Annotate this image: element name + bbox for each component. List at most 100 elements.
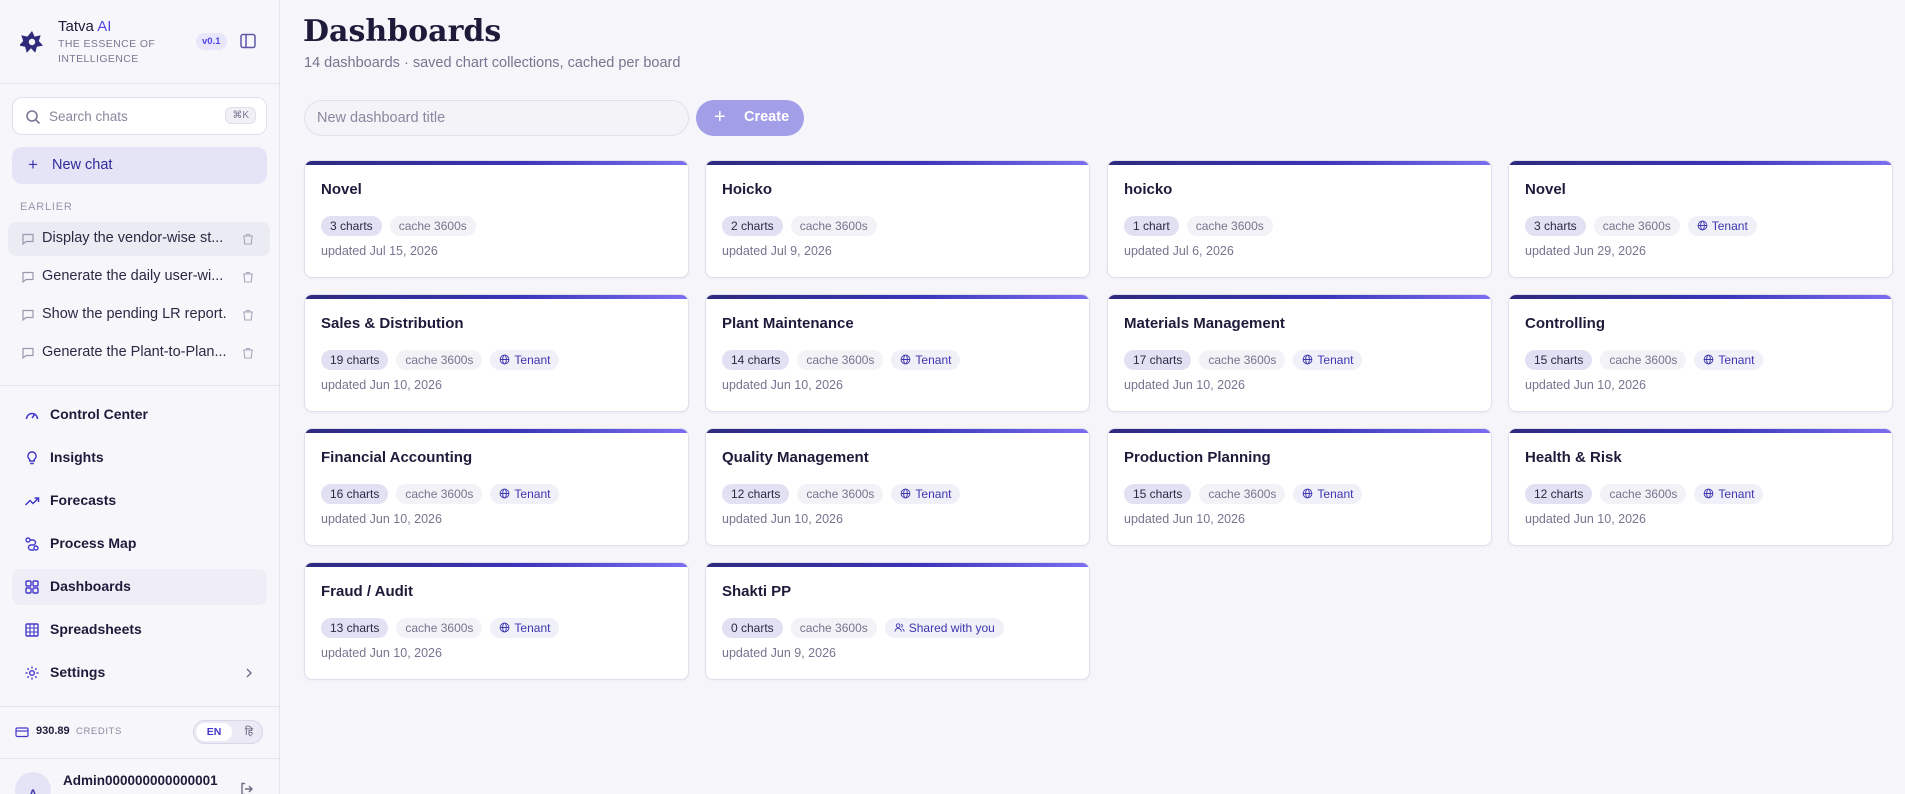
dashboard-card[interactable]: Financial Accounting 16 charts cache 3600s… [304, 428, 689, 546]
nav-control-center[interactable]: Control Center [12, 397, 267, 433]
dashboard-title: Hoicko [722, 181, 773, 198]
badge-row: 3 charts cache 3600s Tenant [1525, 216, 1757, 236]
collapse-sidebar-icon[interactable] [239, 32, 257, 50]
tenant-badge: Tenant [1687, 216, 1757, 236]
charts-count-badge: 3 charts [1525, 216, 1586, 236]
badge-row: 17 charts cache 3600s Tenant [1124, 350, 1363, 370]
card-accent-bar [305, 563, 688, 567]
card-accent-bar [305, 295, 688, 299]
dashboard-title: Sales & Distribution [321, 315, 464, 332]
avatar: A [15, 772, 51, 794]
new-chat-button[interactable]: + New chat [12, 147, 267, 184]
credits-label: CREDITS [76, 726, 122, 737]
gear-icon [25, 666, 39, 680]
cache-badge: cache 3600s [396, 484, 483, 504]
trash-icon[interactable] [241, 346, 255, 360]
scope-label: Tenant [1317, 353, 1354, 367]
tenant-badge: Tenant [891, 350, 961, 370]
dashboard-card[interactable]: Novel 3 charts cache 3600s Tenant updated Ju… [1508, 160, 1893, 278]
users-icon [894, 623, 905, 632]
dashboard-card[interactable]: Plant Maintenance 14 charts cache 3600s Ten… [705, 294, 1090, 412]
trash-icon[interactable] [241, 308, 255, 322]
globe-icon [500, 354, 510, 365]
page-subtitle: 14 dashboards · saved chart collections,… [304, 55, 681, 71]
nav-dashboards[interactable]: Dashboards [12, 569, 267, 605]
plus-icon: + [714, 106, 726, 128]
badge-row: 14 charts cache 3600s Tenant [722, 350, 961, 370]
globe-icon [1704, 488, 1714, 499]
dashboard-card[interactable]: hoicko 1 chart cache 3600s updated Jul 6, 2… [1107, 160, 1492, 278]
cache-badge: cache 3600s [1600, 350, 1687, 370]
charts-count-badge: 13 charts [321, 618, 389, 638]
tenant-badge: Tenant [490, 618, 560, 638]
dashboard-title: Shakti PP [722, 583, 792, 600]
card-accent-bar [1108, 161, 1491, 165]
language-toggle[interactable]: EN हि [193, 720, 263, 744]
trash-icon[interactable] [241, 270, 255, 284]
scope-label: Tenant [514, 353, 551, 367]
create-dashboard-button[interactable]: + Create [696, 100, 804, 136]
cache-badge: cache 3600s [1199, 484, 1286, 504]
updated-timestamp: updated Jun 10, 2026 [1525, 512, 1646, 526]
badge-row: 12 charts cache 3600s Tenant [1525, 484, 1764, 504]
chat-item[interactable]: Display the vendor-wise st... [8, 222, 270, 256]
updated-timestamp: updated Jun 10, 2026 [722, 378, 843, 392]
cache-badge: cache 3600s [797, 484, 884, 504]
globe-icon [1303, 488, 1313, 499]
nav-forecasts[interactable]: Forecasts [12, 483, 267, 519]
chat-item[interactable]: Show the pending LR report. [8, 298, 270, 332]
badge-row: 15 charts cache 3600s Tenant [1124, 484, 1363, 504]
badge-row: 12 charts cache 3600s Tenant [722, 484, 961, 504]
trash-icon[interactable] [241, 232, 255, 246]
dashboard-card[interactable]: Shakti PP 0 charts cache 3600s Shared with … [705, 562, 1090, 680]
nav-insights[interactable]: Insights [12, 440, 267, 476]
tenant-badge: Tenant [1293, 350, 1363, 370]
sidebar: Tatva AI THE ESSENCE OF INTELLIGENCE v0.… [0, 0, 280, 794]
chat-item[interactable]: Generate the Plant-to-Plan... [8, 336, 270, 370]
dashboard-card[interactable]: Sales & Distribution 19 charts cache 3600s… [304, 294, 689, 412]
dashboard-card[interactable]: Hoicko 2 charts cache 3600s updated Jul 9, … [705, 160, 1090, 278]
cache-badge: cache 3600s [790, 216, 877, 236]
chat-title: Generate the daily user-wi... [42, 268, 224, 284]
card-accent-bar [1108, 429, 1491, 433]
globe-icon [1704, 354, 1714, 365]
language-hi[interactable]: हि [238, 723, 260, 741]
chat-item[interactable]: Generate the daily user-wi... [8, 260, 270, 294]
nav-spreadsheets[interactable]: Spreadsheets [12, 612, 267, 648]
table-icon [25, 623, 39, 637]
language-en[interactable]: EN [196, 723, 232, 741]
cache-badge: cache 3600s [396, 350, 483, 370]
charts-count-badge: 15 charts [1525, 350, 1593, 370]
logout-icon[interactable] [239, 781, 255, 794]
cache-badge: cache 3600s [790, 618, 877, 638]
nav-process-map[interactable]: Process Map [12, 526, 267, 562]
divider [0, 83, 280, 84]
globe-icon [1303, 354, 1313, 365]
nav-settings[interactable]: Settings [12, 655, 267, 691]
chat-bubble-icon [22, 271, 34, 284]
dashboard-card[interactable]: Controlling 15 charts cache 3600s Tenant upd… [1508, 294, 1893, 412]
scope-label: Tenant [1317, 487, 1354, 501]
dashboard-card[interactable]: Quality Management 12 charts cache 3600s Te… [705, 428, 1090, 546]
brand-tagline: THE ESSENCE OF INTELLIGENCE [58, 38, 156, 65]
route-icon [25, 537, 39, 551]
dashboard-card[interactable]: Materials Management 17 charts cache 3600s… [1107, 294, 1492, 412]
badge-row: 13 charts cache 3600s Tenant [321, 618, 560, 638]
search-chats[interactable]: Search chats ⌘K [12, 97, 267, 135]
updated-timestamp: updated Jun 10, 2026 [321, 512, 442, 526]
nav-label: Insights [50, 449, 104, 465]
dashboard-card[interactable]: Fraud / Audit 13 charts cache 3600s Tenant u… [304, 562, 689, 680]
dashboard-card[interactable]: Novel 3 charts cache 3600s updated Jul 15, … [304, 160, 689, 278]
dashboard-title: Fraud / Audit [321, 583, 413, 600]
tenant-badge: Tenant [1293, 484, 1363, 504]
badge-row: 19 charts cache 3600s Tenant [321, 350, 560, 370]
dashboard-title: Health & Risk [1525, 449, 1622, 466]
dashboard-title: Plant Maintenance [722, 315, 854, 332]
card-accent-bar [706, 161, 1089, 165]
page-title: Dashboards [303, 14, 502, 49]
card-accent-bar [1509, 295, 1892, 299]
dashboard-card[interactable]: Production Planning 15 charts cache 3600s T… [1107, 428, 1492, 546]
globe-icon [1697, 220, 1708, 231]
new-dashboard-title-input[interactable] [304, 100, 689, 136]
dashboard-card[interactable]: Health & Risk 12 charts cache 3600s Tenant u… [1508, 428, 1893, 546]
